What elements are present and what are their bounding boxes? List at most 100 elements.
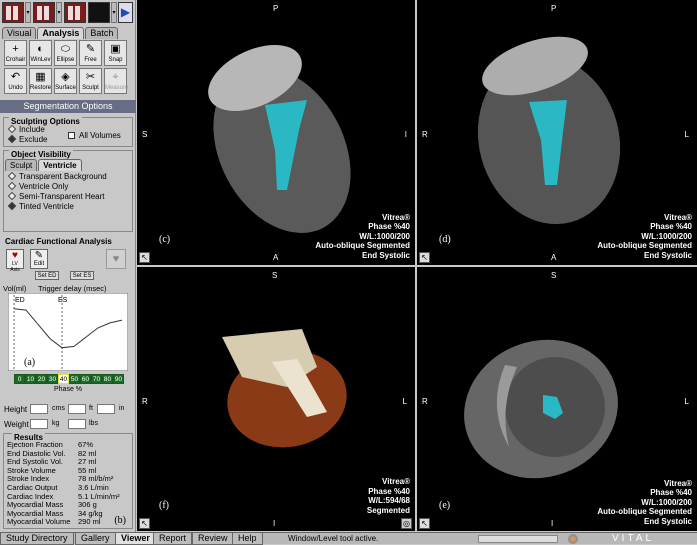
layout-1x1-button[interactable] bbox=[2, 2, 24, 23]
info-line: W/L:594/68 bbox=[368, 496, 410, 505]
layout-3x3-button[interactable] bbox=[64, 2, 86, 23]
layout-dropdown-caret-2[interactable]: ▾ bbox=[56, 2, 62, 23]
black-layout-button[interactable] bbox=[88, 2, 110, 23]
info-line: W/L:1000/200 bbox=[359, 231, 410, 241]
weight-kg-input[interactable] bbox=[30, 419, 48, 429]
layout-dropdown-caret-3[interactable]: ▾ bbox=[111, 2, 117, 23]
weight-lbs-input[interactable] bbox=[68, 419, 86, 429]
info-line: Vitrea® bbox=[664, 212, 692, 222]
info-line: End Systolic bbox=[361, 250, 410, 260]
phase-button-30[interactable]: 30 bbox=[47, 374, 58, 384]
tab-gallery[interactable]: Gallery bbox=[75, 533, 116, 545]
tab-report[interactable]: Report bbox=[153, 533, 193, 545]
all-volumes-checkbox[interactable]: All Volumes bbox=[68, 131, 121, 140]
restore-button[interactable]: ▦ Restore bbox=[29, 68, 52, 94]
result-value: 290 ml bbox=[78, 517, 101, 527]
visibility-options-list: Transparent Background Ventricle Only Se… bbox=[4, 171, 132, 212]
viewport-c[interactable]: P S I A (c) Vitrea® Phase %40 W/L:1000/200… bbox=[137, 0, 415, 265]
layout-2x2-button[interactable] bbox=[33, 2, 55, 23]
info-line: End Systolic bbox=[643, 516, 692, 526]
viewport-f[interactable]: S R L I (f) Vitrea® Phase %40 W/L:594/68 Se… bbox=[137, 267, 415, 531]
phase-button-40[interactable]: 40 bbox=[58, 374, 69, 384]
diamond-radio-icon bbox=[7, 124, 17, 134]
tab-sculpt[interactable]: Sculpt bbox=[5, 159, 38, 171]
info-line: Segmented bbox=[366, 505, 410, 515]
expand-icon[interactable]: ↖ bbox=[139, 252, 150, 263]
viewport-e[interactable]: S R L I (e) Vitrea® Phase %40 W/L:1000/200… bbox=[417, 267, 697, 531]
orientation-top-e: S bbox=[551, 271, 557, 280]
option-ventricle-only[interactable]: Ventricle Only bbox=[4, 181, 132, 192]
phase-button-50[interactable]: 50 bbox=[69, 374, 80, 384]
disabled-heart-icon[interactable]: ♥ bbox=[106, 249, 126, 269]
tab-batch[interactable]: Batch bbox=[85, 27, 119, 39]
height-cms-input[interactable] bbox=[30, 404, 48, 414]
volume-curve-chart[interactable]: ED ES (a) bbox=[8, 293, 128, 371]
render-mode-icon[interactable]: ◎ bbox=[401, 518, 412, 529]
info-line: Auto-oblique Segmented bbox=[315, 241, 410, 250]
visibility-tab-bar: Sculpt Ventricle bbox=[5, 159, 82, 171]
phase-button-80[interactable]: 80 bbox=[102, 374, 113, 384]
panel-letter-a: (a) bbox=[24, 357, 35, 368]
tab-ventricle[interactable]: Ventricle bbox=[38, 159, 82, 171]
measure-icon: ⌖ bbox=[112, 71, 119, 83]
layout-dropdown-caret[interactable]: ▾ bbox=[25, 2, 31, 23]
height-in-input[interactable] bbox=[97, 404, 115, 414]
kg-unit: kg bbox=[52, 420, 60, 427]
orientation-left-f: R bbox=[142, 397, 148, 406]
play-icon[interactable]: ▶ bbox=[118, 2, 133, 23]
freehand-tool-button[interactable]: ✎ Free bbox=[79, 40, 102, 66]
height-label: Height bbox=[4, 405, 28, 414]
phase-button-90[interactable]: 90 bbox=[113, 374, 124, 384]
result-row: Myocardial Volume 290 ml bbox=[7, 518, 132, 527]
window-level-tool-button[interactable]: ◐ WinLev bbox=[29, 40, 52, 66]
snap-tool-button[interactable]: ▣ Snap bbox=[104, 40, 127, 66]
set-ed-button[interactable]: Set ED bbox=[35, 271, 59, 280]
tab-viewer[interactable]: Viewer bbox=[115, 533, 156, 545]
sculpting-options-group: Sculpting Options Include Exclude All Vo… bbox=[3, 117, 133, 147]
tab-analysis[interactable]: Analysis bbox=[37, 27, 85, 39]
viewport-info-f: Vitrea® Phase %40 W/L:594/68 Segmented bbox=[367, 477, 410, 515]
sculpt-button[interactable]: ✂ Sculpt bbox=[79, 68, 102, 94]
result-label: Myocardial Volume bbox=[7, 517, 71, 527]
tab-review[interactable]: Review bbox=[192, 533, 234, 545]
diamond-radio-selected-icon bbox=[7, 201, 17, 211]
crosshair-tool-button[interactable]: + Crohair bbox=[4, 40, 27, 66]
diamond-radio-selected-icon bbox=[7, 134, 17, 144]
option-semi-transparent-heart[interactable]: Semi-Transparent Heart bbox=[4, 191, 132, 202]
volume-axis-label: Vol(ml) bbox=[3, 284, 27, 293]
in-unit: in bbox=[119, 405, 125, 412]
trigger-delay-label: Trigger delay (msec) bbox=[38, 284, 107, 293]
option-tinted-ventricle[interactable]: Tinted Ventricle bbox=[4, 201, 132, 212]
tab-visual[interactable]: Visual bbox=[2, 27, 37, 39]
tab-study-directory[interactable]: Study Directory bbox=[0, 533, 74, 545]
expand-icon[interactable]: ↖ bbox=[419, 518, 430, 529]
object-visibility-title: Object Visibility bbox=[9, 150, 73, 159]
tab-help[interactable]: Help bbox=[232, 533, 263, 545]
undo-icon: ↶ bbox=[10, 71, 21, 83]
option-transparent-background[interactable]: Transparent Background bbox=[4, 171, 132, 182]
surface-button[interactable]: ◈ Surface bbox=[54, 68, 77, 94]
info-line: W/L:1000/200 bbox=[641, 497, 692, 507]
viewport-d[interactable]: P R L A (d) Vitrea® Phase %40 W/L:1000/200… bbox=[417, 0, 697, 265]
measure-button[interactable]: ⌖ Measure bbox=[104, 68, 128, 94]
ellipse-tool-button[interactable]: ⬭ Ellipse bbox=[54, 40, 77, 66]
expand-icon[interactable]: ↖ bbox=[139, 518, 150, 529]
phase-button-10[interactable]: 10 bbox=[25, 374, 36, 384]
expand-icon[interactable]: ↖ bbox=[419, 252, 430, 263]
phase-button-20[interactable]: 20 bbox=[36, 374, 47, 384]
height-ft-input[interactable] bbox=[68, 404, 86, 414]
orientation-left-c: S bbox=[142, 130, 148, 139]
phase-button-0[interactable]: 0 bbox=[14, 374, 25, 384]
set-es-button[interactable]: Set ES bbox=[70, 271, 94, 280]
undo-button[interactable]: ↶ Undo bbox=[4, 68, 27, 94]
panel-letter-d: (d) bbox=[439, 234, 451, 245]
phase-button-60[interactable]: 60 bbox=[80, 374, 91, 384]
info-line: Phase %40 bbox=[368, 222, 410, 231]
results-list: Ejection Fraction 67% End Diastolic Vol. 82… bbox=[4, 440, 132, 527]
lv-axis-button[interactable]: ♥ LV Axis bbox=[6, 249, 24, 273]
orientation-bottom-f: I bbox=[273, 519, 276, 528]
edit-button[interactable]: ✎ Edit bbox=[30, 249, 48, 269]
sculpting-options-title: Sculpting Options bbox=[9, 117, 82, 126]
freehand-icon: ✎ bbox=[85, 43, 96, 55]
phase-button-70[interactable]: 70 bbox=[91, 374, 102, 384]
